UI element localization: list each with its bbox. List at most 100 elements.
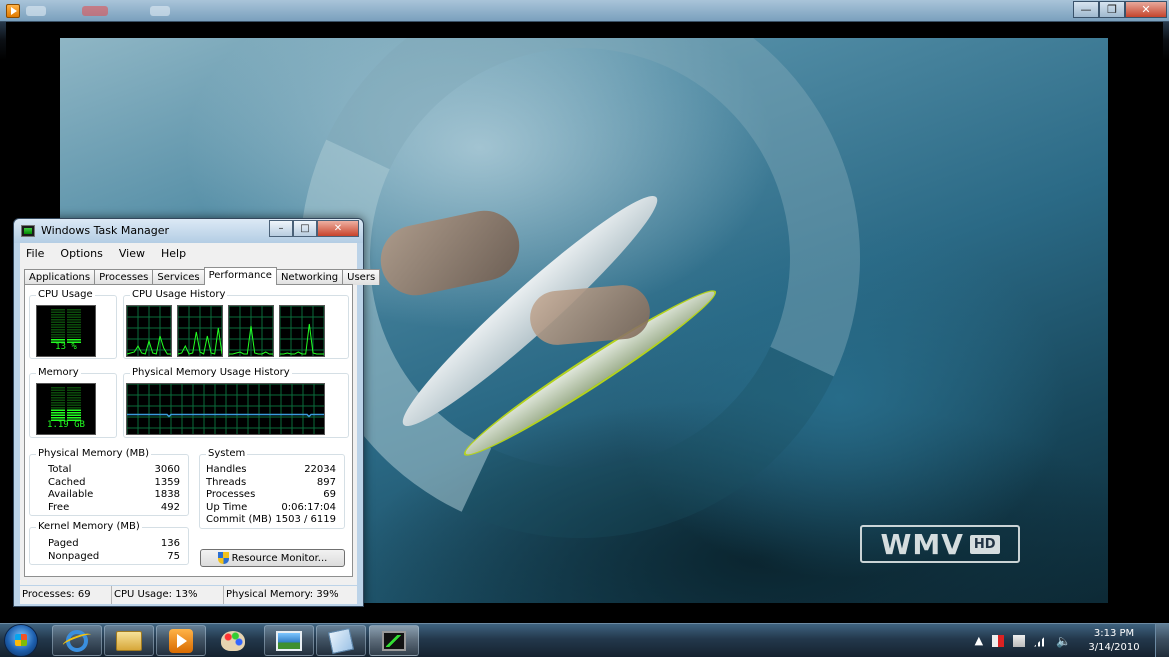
meter-segment (67, 412, 81, 414)
maximize-button[interactable]: □ (293, 220, 317, 237)
wmv-hd-watermark: WMV HD (860, 525, 1020, 563)
player-close-button[interactable]: ✕ (1125, 1, 1167, 18)
memory-history-graph (126, 383, 325, 435)
menu-view[interactable]: View (119, 247, 145, 260)
minimize-button[interactable]: – (269, 220, 293, 237)
taskbar-photo-viewer-button[interactable] (264, 625, 314, 656)
internet-explorer-icon (66, 629, 88, 652)
kernel-memory-group: Kernel Memory (MB) Paged 136 Nonpaged 75 (29, 521, 189, 565)
title-blur (26, 6, 46, 16)
menu-help[interactable]: Help (161, 247, 186, 260)
stat-label-threads: Threads (206, 477, 247, 488)
meter-segment (67, 399, 81, 401)
task-manager-body: Applications Processes Services Performa… (20, 263, 381, 585)
tab-services[interactable]: Services (152, 269, 205, 285)
meter-segment (67, 329, 81, 331)
task-manager-titlebar[interactable]: Windows Task Manager – □ ✕ (14, 219, 363, 243)
meter-segment (51, 409, 65, 411)
taskbar-paint-button[interactable] (208, 625, 258, 656)
media-player-icon (169, 628, 193, 653)
folder-icon (116, 630, 142, 651)
uac-shield-icon (217, 552, 229, 564)
menu-options[interactable]: Options (60, 247, 102, 260)
taskbar-explorer-button[interactable] (104, 625, 154, 656)
taskbar-notes-button[interactable] (316, 625, 366, 656)
stat-label-cached: Cached (48, 477, 86, 488)
meter-segment (67, 402, 81, 404)
system-group: System Handles 22034 Threads 897 Process… (199, 448, 345, 529)
cpu-usage-value: 13 % (55, 342, 77, 352)
meter-segment (67, 311, 81, 313)
cpu-history-group: CPU Usage History (123, 289, 349, 359)
cpu-usage-group: CPU Usage 13 % (29, 289, 117, 359)
stat-value-total: 3060 (154, 464, 180, 475)
meter-segment (51, 336, 65, 338)
clock-date: 3/14/2010 (1088, 641, 1140, 653)
meter-segment (51, 334, 65, 336)
resource-monitor-label: Resource Monitor... (231, 552, 328, 564)
physical-memory-group: Physical Memory (MB) Total 3060 Cached 1… (29, 448, 189, 516)
meter-segment (51, 329, 65, 331)
cpu-usage-label: CPU Usage (36, 289, 95, 300)
tray-app-icon[interactable] (1013, 634, 1026, 647)
wmv-watermark-text: WMV (880, 527, 964, 561)
player-titlebar[interactable]: — ❐ ✕ (0, 0, 1169, 22)
cpu-history-label: CPU Usage History (130, 289, 228, 300)
close-button[interactable]: ✕ (317, 220, 359, 237)
tab-processes[interactable]: Processes (94, 269, 154, 285)
player-minimize-button[interactable]: — (1073, 1, 1099, 18)
volume-icon[interactable]: 🔈 (1056, 634, 1071, 648)
memory-value: 1.19 GB (47, 420, 85, 430)
stat-value-processes: 69 (323, 489, 336, 500)
system-tray: ▲ 🔈 3:13 PM 3/14/2010 (975, 624, 1169, 657)
meter-segment (67, 316, 81, 318)
physical-memory-label: Physical Memory (MB) (36, 448, 151, 459)
menu-file[interactable]: File (26, 247, 44, 260)
memory-label: Memory (36, 367, 81, 378)
taskbar-media-player-button[interactable] (156, 625, 206, 656)
meter-segment (67, 414, 81, 416)
meter-segment (67, 397, 81, 399)
meter-segment (51, 339, 65, 341)
stat-value-nonpaged: 75 (167, 551, 180, 562)
stat-value-available: 1838 (154, 489, 180, 500)
memory-meter: 1.19 GB (36, 383, 96, 435)
meter-segment (51, 324, 65, 326)
title-blur (150, 6, 170, 16)
network-signal-icon[interactable] (1034, 634, 1048, 647)
show-desktop-button[interactable] (1155, 624, 1169, 657)
meter-segment (67, 314, 81, 316)
player-restore-button[interactable]: ❐ (1099, 1, 1125, 18)
meter-segment (51, 331, 65, 333)
meter-segment (51, 404, 65, 406)
stat-label-free: Free (48, 502, 70, 513)
kernel-memory-label: Kernel Memory (MB) (36, 521, 142, 532)
meter-segment (51, 321, 65, 323)
resource-monitor-button[interactable]: Resource Monitor... (200, 549, 345, 567)
taskbar-task-manager-button[interactable] (369, 625, 419, 656)
tray-expand-icon[interactable]: ▲ (975, 634, 983, 647)
tab-users[interactable]: Users (342, 269, 381, 285)
action-center-flag-icon[interactable] (992, 634, 1005, 647)
photo-viewer-icon (276, 630, 302, 651)
meter-segment (67, 407, 81, 409)
meter-segment (67, 387, 81, 389)
taskbar-ie-button[interactable] (52, 625, 102, 656)
meter-segment (51, 309, 65, 311)
start-button[interactable] (4, 624, 38, 657)
stat-value-uptime: 0:06:17:04 (281, 502, 336, 513)
stat-value-paged: 136 (160, 538, 180, 549)
tab-performance[interactable]: Performance (203, 267, 277, 285)
meter-segment (67, 404, 81, 406)
meter-segment (51, 326, 65, 328)
status-bar: Processes: 69 CPU Usage: 13% Physical Me… (20, 586, 357, 604)
tab-applications[interactable]: Applications (24, 269, 96, 285)
stat-label-processes: Processes (206, 489, 256, 500)
cpu-core-graph (228, 305, 274, 357)
status-processes: Processes: 69 (20, 586, 112, 604)
stat-value-handles: 22034 (304, 464, 336, 475)
task-manager-icon (382, 630, 406, 651)
cpu-usage-meter: 13 % (36, 305, 96, 357)
clock[interactable]: 3:13 PM 3/14/2010 (1083, 627, 1145, 655)
tab-networking[interactable]: Networking (275, 269, 344, 285)
